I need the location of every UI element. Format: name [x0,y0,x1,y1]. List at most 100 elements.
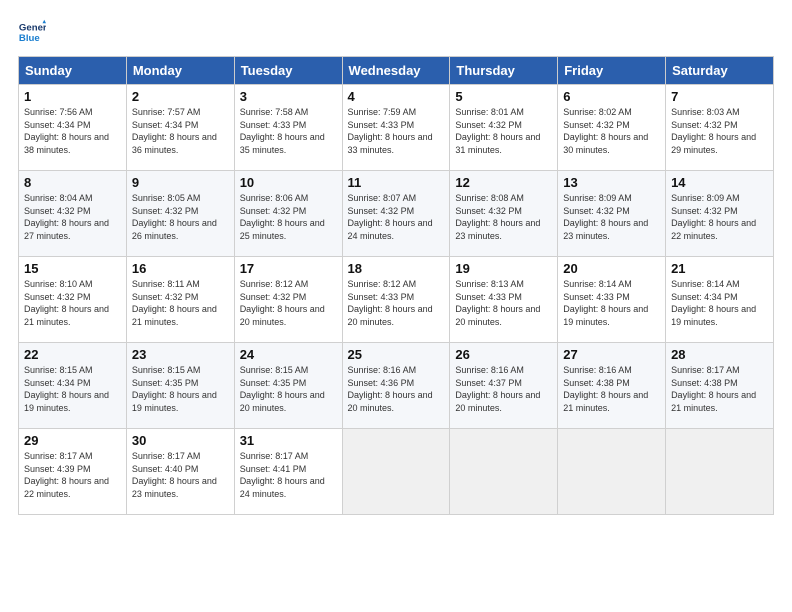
col-header-monday: Monday [126,57,234,85]
cell-content: Sunrise: 7:56 AMSunset: 4:34 PMDaylight:… [24,107,109,155]
day-number: 7 [671,89,768,104]
calendar-cell: 28 Sunrise: 8:17 AMSunset: 4:38 PMDayligh… [666,343,774,429]
day-number: 3 [240,89,337,104]
cell-content: Sunrise: 8:17 AMSunset: 4:39 PMDaylight:… [24,451,109,499]
calendar-cell: 1Sunrise: 7:56 AMSunset: 4:34 PMDaylight… [19,85,127,171]
calendar-cell: 20 Sunrise: 8:14 AMSunset: 4:33 PMDayligh… [558,257,666,343]
day-number: 5 [455,89,552,104]
day-number: 4 [348,89,445,104]
calendar-cell: 24Sunrise: 8:15 AMSunset: 4:35 PMDayligh… [234,343,342,429]
cell-content: Sunrise: 8:15 AMSunset: 4:34 PMDaylight:… [24,365,109,413]
calendar-cell: 18 Sunrise: 8:12 AMSunset: 4:33 PMDayligh… [342,257,450,343]
day-number: 10 [240,175,337,190]
cell-content: Sunrise: 8:12 AMSunset: 4:32 PMDaylight:… [240,279,325,327]
cell-content: Sunrise: 8:12 AMSunset: 4:33 PMDaylight:… [348,279,433,327]
cell-content: Sunrise: 8:03 AMSunset: 4:32 PMDaylight:… [671,107,756,155]
calendar-cell: 14 Sunrise: 8:09 AMSunset: 4:32 PMDayligh… [666,171,774,257]
day-number: 12 [455,175,552,190]
day-number: 18 [348,261,445,276]
cell-content: Sunrise: 8:10 AMSunset: 4:32 PMDaylight:… [24,279,109,327]
svg-text:General: General [19,22,46,33]
calendar-cell: 6 Sunrise: 8:02 AMSunset: 4:32 PMDaylight… [558,85,666,171]
day-number: 17 [240,261,337,276]
cell-content: Sunrise: 8:06 AMSunset: 4:32 PMDaylight:… [240,193,325,241]
day-number: 9 [132,175,229,190]
cell-content: Sunrise: 8:11 AMSunset: 4:32 PMDaylight:… [132,279,217,327]
calendar-cell: 30 Sunrise: 8:17 AMSunset: 4:40 PMDayligh… [126,429,234,515]
calendar-cell: 29 Sunrise: 8:17 AMSunset: 4:39 PMDayligh… [19,429,127,515]
week-row-4: 22 Sunrise: 8:15 AMSunset: 4:34 PMDayligh… [19,343,774,429]
cell-content: Sunrise: 8:02 AMSunset: 4:32 PMDaylight:… [563,107,648,155]
calendar-cell: 7 Sunrise: 8:03 AMSunset: 4:32 PMDaylight… [666,85,774,171]
calendar-cell [558,429,666,515]
col-header-saturday: Saturday [666,57,774,85]
calendar-cell: 10 Sunrise: 8:06 AMSunset: 4:32 PMDayligh… [234,171,342,257]
week-row-2: 8 Sunrise: 8:04 AMSunset: 4:32 PMDaylight… [19,171,774,257]
calendar-cell [342,429,450,515]
calendar-page: General Blue SundayMondayTuesdayWednesda… [0,0,792,525]
cell-content: Sunrise: 7:57 AMSunset: 4:34 PMDaylight:… [132,107,217,155]
cell-content: Sunrise: 8:17 AMSunset: 4:40 PMDaylight:… [132,451,217,499]
day-number: 30 [132,433,229,448]
cell-content: Sunrise: 8:14 AMSunset: 4:33 PMDaylight:… [563,279,648,327]
header: General Blue [18,18,774,46]
col-header-sunday: Sunday [19,57,127,85]
day-number: 19 [455,261,552,276]
day-number: 8 [24,175,121,190]
logo-icon: General Blue [18,18,46,46]
day-number: 26 [455,347,552,362]
cell-content: Sunrise: 8:14 AMSunset: 4:34 PMDaylight:… [671,279,756,327]
day-number: 20 [563,261,660,276]
calendar-cell: 17 Sunrise: 8:12 AMSunset: 4:32 PMDayligh… [234,257,342,343]
cell-content: Sunrise: 8:13 AMSunset: 4:33 PMDaylight:… [455,279,540,327]
day-number: 24 [240,347,337,362]
calendar-cell: 4 Sunrise: 7:59 AMSunset: 4:33 PMDaylight… [342,85,450,171]
cell-content: Sunrise: 8:09 AMSunset: 4:32 PMDaylight:… [671,193,756,241]
cell-content: Sunrise: 7:58 AMSunset: 4:33 PMDaylight:… [240,107,325,155]
calendar-cell: 12Sunrise: 8:08 AMSunset: 4:32 PMDayligh… [450,171,558,257]
calendar-cell: 16 Sunrise: 8:11 AMSunset: 4:32 PMDayligh… [126,257,234,343]
calendar-header-row: SundayMondayTuesdayWednesdayThursdayFrid… [19,57,774,85]
day-number: 6 [563,89,660,104]
cell-content: Sunrise: 8:04 AMSunset: 4:32 PMDaylight:… [24,193,109,241]
calendar-cell: 26 Sunrise: 8:16 AMSunset: 4:37 PMDayligh… [450,343,558,429]
day-number: 21 [671,261,768,276]
day-number: 23 [132,347,229,362]
calendar-cell: 13Sunrise: 8:09 AMSunset: 4:32 PMDayligh… [558,171,666,257]
cell-content: Sunrise: 8:09 AMSunset: 4:32 PMDaylight:… [563,193,648,241]
cell-content: Sunrise: 7:59 AMSunset: 4:33 PMDaylight:… [348,107,433,155]
col-header-wednesday: Wednesday [342,57,450,85]
calendar-cell: 3 Sunrise: 7:58 AMSunset: 4:33 PMDaylight… [234,85,342,171]
week-row-1: 1Sunrise: 7:56 AMSunset: 4:34 PMDaylight… [19,85,774,171]
day-number: 14 [671,175,768,190]
week-row-5: 29 Sunrise: 8:17 AMSunset: 4:39 PMDayligh… [19,429,774,515]
calendar-cell: 8 Sunrise: 8:04 AMSunset: 4:32 PMDaylight… [19,171,127,257]
calendar-cell: 15 Sunrise: 8:10 AMSunset: 4:32 PMDayligh… [19,257,127,343]
cell-content: Sunrise: 8:16 AMSunset: 4:37 PMDaylight:… [455,365,540,413]
col-header-thursday: Thursday [450,57,558,85]
calendar-cell: 19 Sunrise: 8:13 AMSunset: 4:33 PMDayligh… [450,257,558,343]
day-number: 2 [132,89,229,104]
cell-content: Sunrise: 8:15 AMSunset: 4:35 PMDaylight:… [132,365,217,413]
calendar-cell: 25Sunrise: 8:16 AMSunset: 4:36 PMDayligh… [342,343,450,429]
cell-content: Sunrise: 8:17 AMSunset: 4:41 PMDaylight:… [240,451,325,499]
cell-content: Sunrise: 8:16 AMSunset: 4:38 PMDaylight:… [563,365,648,413]
day-number: 29 [24,433,121,448]
calendar-cell: 9Sunrise: 8:05 AMSunset: 4:32 PMDaylight… [126,171,234,257]
calendar-cell: 2 Sunrise: 7:57 AMSunset: 4:34 PMDaylight… [126,85,234,171]
calendar-cell: 5Sunrise: 8:01 AMSunset: 4:32 PMDaylight… [450,85,558,171]
calendar-table: SundayMondayTuesdayWednesdayThursdayFrid… [18,56,774,515]
calendar-cell: 23 Sunrise: 8:15 AMSunset: 4:35 PMDayligh… [126,343,234,429]
day-number: 27 [563,347,660,362]
day-number: 15 [24,261,121,276]
calendar-cell: 11Sunrise: 8:07 AMSunset: 4:32 PMDayligh… [342,171,450,257]
calendar-cell: 22 Sunrise: 8:15 AMSunset: 4:34 PMDayligh… [19,343,127,429]
cell-content: Sunrise: 8:17 AMSunset: 4:38 PMDaylight:… [671,365,756,413]
day-number: 16 [132,261,229,276]
day-number: 28 [671,347,768,362]
cell-content: Sunrise: 8:07 AMSunset: 4:32 PMDaylight:… [348,193,433,241]
week-row-3: 15 Sunrise: 8:10 AMSunset: 4:32 PMDayligh… [19,257,774,343]
calendar-cell: 27 Sunrise: 8:16 AMSunset: 4:38 PMDayligh… [558,343,666,429]
cell-content: Sunrise: 8:16 AMSunset: 4:36 PMDaylight:… [348,365,433,413]
day-number: 22 [24,347,121,362]
